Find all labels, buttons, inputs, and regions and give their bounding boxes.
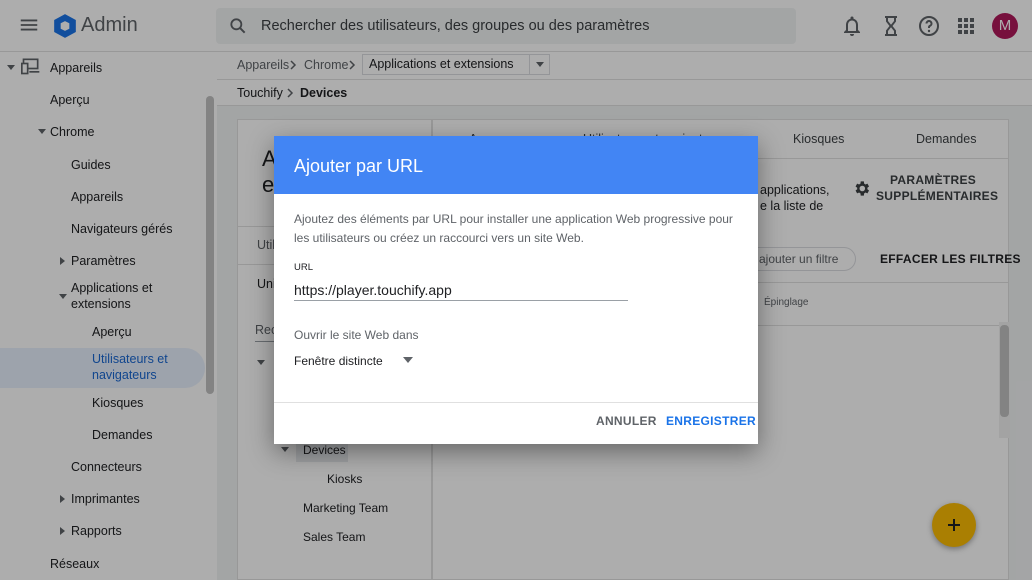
open-in-label: Ouvrir le site Web dans bbox=[294, 328, 419, 342]
dropdown-arrow-icon bbox=[403, 357, 413, 363]
save-button[interactable]: ENREGISTRER bbox=[666, 414, 756, 428]
dialog-title: Ajouter par URL bbox=[294, 156, 424, 176]
dialog-description: Ajoutez des éléments par URL pour instal… bbox=[294, 212, 733, 245]
url-field-label: URL bbox=[294, 262, 314, 273]
cancel-button[interactable]: ANNULER bbox=[596, 414, 657, 428]
open-in-selected-value: Fenêtre distincte bbox=[294, 354, 383, 368]
add-by-url-dialog: Ajouter par URL Ajoutez des éléments par… bbox=[274, 136, 758, 444]
url-input[interactable] bbox=[294, 279, 628, 301]
open-in-select[interactable]: Fenêtre distincte bbox=[294, 350, 419, 372]
dialog-divider bbox=[274, 402, 758, 403]
dialog-header: Ajouter par URL bbox=[274, 136, 758, 194]
